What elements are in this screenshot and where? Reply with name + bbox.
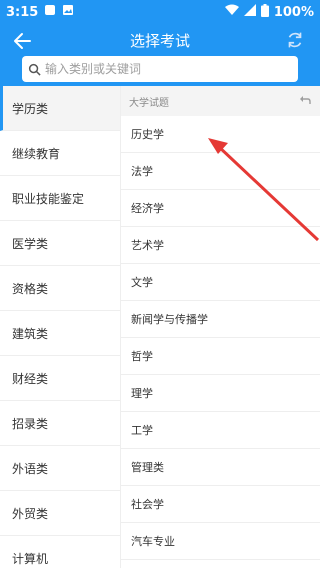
subject-item[interactable]: 汽车专业 <box>121 523 320 560</box>
refresh-icon <box>288 32 302 48</box>
subject-item[interactable]: 社会学 <box>121 486 320 523</box>
subject-item[interactable]: 历史学 <box>121 116 320 153</box>
battery-icon <box>260 3 269 21</box>
header: 选择考试 <box>0 24 320 86</box>
notification-icon <box>44 4 56 20</box>
section-header: 大学试题 <box>121 86 320 116</box>
page-title: 选择考试 <box>129 32 190 50</box>
category-item[interactable]: 外贸类 <box>0 491 120 536</box>
category-item[interactable]: 继续教育 <box>0 131 120 176</box>
subject-item[interactable]: 管理类 <box>121 449 320 486</box>
signal-icon <box>243 4 256 20</box>
wifi-icon <box>224 4 239 20</box>
refresh-button[interactable] <box>284 29 310 53</box>
subject-item[interactable]: 文学 <box>121 264 320 301</box>
undo-icon[interactable] <box>298 93 312 107</box>
battery-percent: 100% <box>273 4 314 20</box>
category-item[interactable]: 财经类 <box>0 356 120 401</box>
search-box[interactable] <box>22 56 298 82</box>
subject-panel: 大学试题 历史学 法学 经济学 艺术学 文学 新闻学与传播学 哲学 理学 工学 管理类 社会学 汽车专… <box>120 86 320 568</box>
section-title: 大学试题 <box>129 97 169 109</box>
category-menu: 学历类 继续教育 职业技能鉴定 医学类 资格类 建筑类 财经类 招录类 外语类 外贸类 计算机 <box>0 86 120 568</box>
subject-item[interactable]: 艺术学 <box>121 227 320 264</box>
subject-item[interactable]: 法学 <box>121 153 320 190</box>
subject-item[interactable]: 经济学 <box>121 190 320 227</box>
search-icon <box>28 63 41 76</box>
subject-item[interactable]: 新闻学与传播学 <box>121 301 320 338</box>
subject-item[interactable]: 工学 <box>121 412 320 449</box>
category-item[interactable]: 建筑类 <box>0 311 120 356</box>
subject-item[interactable]: 哲学 <box>121 338 320 375</box>
status-time: 3:15 <box>6 4 39 20</box>
category-item[interactable]: 医学类 <box>0 221 120 266</box>
category-item[interactable]: 资格类 <box>0 266 120 311</box>
category-item[interactable]: 学历类 <box>0 86 120 131</box>
status-bar: 3:15 100% <box>0 0 320 24</box>
title-row: 选择考试 <box>0 24 320 56</box>
category-item[interactable]: 外语类 <box>0 446 120 491</box>
search-input[interactable] <box>45 62 265 76</box>
category-item[interactable]: 计算机 <box>0 536 120 568</box>
subject-list: 历史学 法学 经济学 艺术学 文学 新闻学与传播学 哲学 理学 工学 管理类 社会学 汽车专业 <box>121 116 320 560</box>
category-item[interactable]: 职业技能鉴定 <box>0 176 120 221</box>
category-item[interactable]: 招录类 <box>0 401 120 446</box>
image-icon <box>62 4 74 20</box>
subject-item[interactable]: 理学 <box>121 375 320 412</box>
